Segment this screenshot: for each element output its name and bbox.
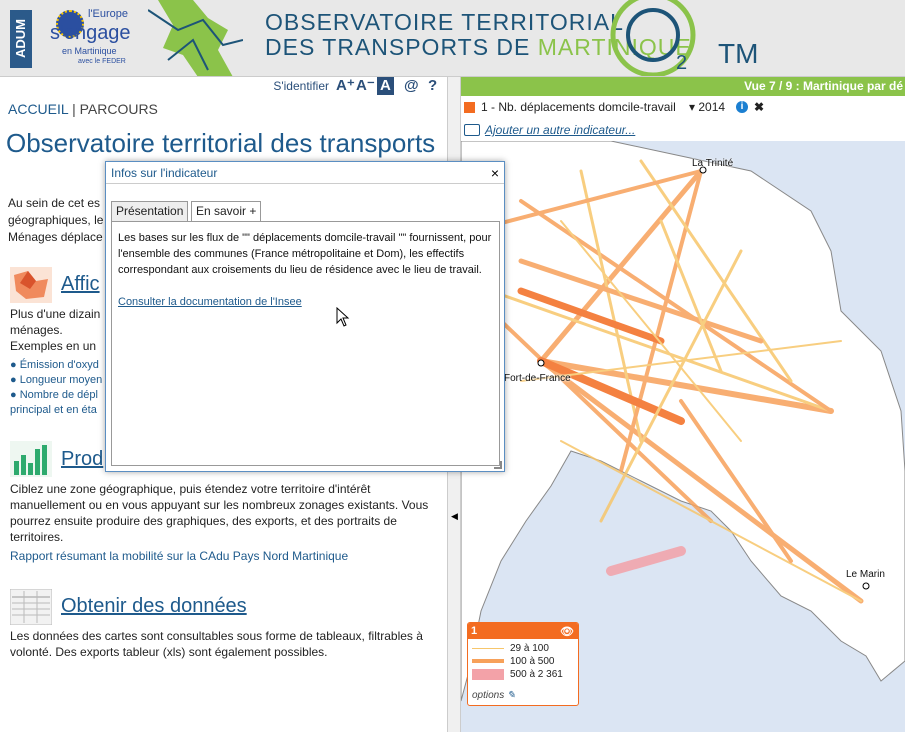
bar-chart-icon <box>10 441 52 477</box>
europe-feder-logo: l'Europe s'engage en Martinique avec le … <box>48 8 133 68</box>
city-marker[interactable] <box>862 582 870 590</box>
example-link[interactable]: principal et en éta <box>10 403 102 418</box>
contact-button[interactable]: @ <box>404 77 419 95</box>
section-produce-text: Ciblez une zone géographique, puis étend… <box>10 482 429 544</box>
dialog-body: Les bases sur les flux de "" déplacement… <box>111 221 500 466</box>
tab-presentation[interactable]: Présentation <box>111 201 189 222</box>
site-header: ADUM l'Europe s'engage en Martinique ave… <box>0 0 905 77</box>
adum-logo[interactable]: ADUM <box>10 10 32 68</box>
section-maps-text: Plus d'une dizain ménages. <box>10 307 101 337</box>
city-label-marin: Le Marin <box>846 569 885 580</box>
legend-line-small <box>472 648 504 649</box>
europe-line3: en Martinique <box>62 46 117 56</box>
insee-doc-link[interactable]: Consulter la documentation de l'Insee <box>118 294 493 310</box>
map-thumbnail-icon <box>10 267 52 303</box>
contrast-button[interactable]: A <box>377 77 394 95</box>
section-data-link[interactable]: Obtenir des données <box>61 595 247 618</box>
indicator-color-swatch <box>464 102 475 113</box>
font-smaller-button[interactable]: A⁻ <box>356 77 375 95</box>
legend: 1 👁 29 à 100 100 à 500 500 à 2 361 optio… <box>467 622 579 706</box>
dialog-description: Les bases sur les flux de "" déplacement… <box>118 232 492 276</box>
nav-home[interactable]: ACCUEIL <box>8 101 68 117</box>
indicator-label[interactable]: 1 - Nb. déplacements domcile-travail <box>481 96 676 119</box>
legend-label: 100 à 500 <box>510 656 555 667</box>
dialog-title-text: Infos sur l'indicateur <box>111 166 218 180</box>
add-indicator-link[interactable]: Ajouter un autre indicateur... <box>485 119 635 141</box>
section-data-text: Les données des cartes sont consultables… <box>10 629 423 659</box>
site-title-line2a: DES TRANSPORTS DE <box>265 34 538 60</box>
o2tm-logo-icon <box>610 0 696 76</box>
example-link[interactable]: ● Longueur moyen <box>10 373 102 388</box>
eye-icon[interactable]: 👁 <box>560 624 574 640</box>
tab-learn-more[interactable]: En savoir + <box>191 201 262 222</box>
europe-line4: avec le FEDER <box>78 58 126 65</box>
examples-list: ● Émission d'oxyd ● Longueur moyen ● Nom… <box>10 358 102 418</box>
legend-options-label: options <box>472 690 505 701</box>
indicator-info-dialog: Infos sur l'indicateur × Présentation En… <box>105 161 505 472</box>
page-title: Observatoire territorial des transports <box>6 128 436 158</box>
view-bar[interactable]: Vue 7 / 9 : Martinique par dé <box>461 77 905 96</box>
resize-handle-icon[interactable] <box>494 461 502 469</box>
wrench-icon[interactable]: ✎ <box>507 690 515 701</box>
logo-tm: TM <box>718 38 759 69</box>
year-select[interactable]: ▾ 2014 <box>689 96 725 119</box>
toolbar: S'identifier A⁺ A⁻ A @ ? <box>0 77 447 97</box>
nav-separator: | <box>72 101 76 117</box>
collapse-arrow-icon[interactable]: ◀ <box>451 511 458 522</box>
section-maps-examples: Exemples en un <box>10 339 97 353</box>
section-maps-link[interactable]: Affic <box>61 273 100 296</box>
close-icon[interactable]: × <box>491 162 499 184</box>
indicator-row: 1 - Nb. déplacements domcile-travail ▾ 2… <box>461 96 905 119</box>
legend-line-large <box>472 669 504 680</box>
legend-row: 100 à 500 <box>468 655 578 668</box>
logo-two: 2 <box>676 52 688 74</box>
dialog-title[interactable]: Infos sur l'indicateur × <box>106 162 504 184</box>
legend-row: 29 à 100 <box>468 642 578 655</box>
city-marker[interactable] <box>537 359 545 367</box>
mouse-pointer-icon <box>336 307 350 327</box>
login-link[interactable]: S'identifier <box>273 79 329 93</box>
europe-line2: s'engage <box>50 22 131 44</box>
example-link[interactable]: ● Émission d'oxyd <box>10 358 102 373</box>
city-label-fort-de-france: Fort-de-France <box>504 373 571 384</box>
map-panel: Vue 7 / 9 : Martinique par dé 1 - Nb. dé… <box>461 77 905 732</box>
map-graphic-icon <box>148 0 243 76</box>
legend-label: 500 à 2 361 <box>510 669 563 680</box>
add-indicator-row: Ajouter un autre indicateur... <box>461 119 905 141</box>
example-link[interactable]: ● Nombre de dépl <box>10 388 102 403</box>
europe-line1: l'Europe <box>88 8 129 20</box>
folder-icon <box>464 124 480 136</box>
legend-line-medium <box>472 659 504 663</box>
intro-text: Au sein de cet es géographiques, le Ména… <box>8 196 104 244</box>
section-produce-link[interactable]: Prod <box>61 448 103 471</box>
legend-row: 500 à 2 361 <box>468 668 578 681</box>
legend-header: 1 👁 <box>468 623 578 639</box>
data-table-icon <box>10 589 52 625</box>
report-link[interactable]: Rapport résumant la mobilité sur la CAdu… <box>10 548 348 564</box>
help-button[interactable]: ? <box>428 77 437 95</box>
legend-options-link[interactable]: options ✎ <box>472 690 515 701</box>
font-bigger-button[interactable]: A⁺ <box>336 77 355 95</box>
legend-number: 1 <box>471 625 478 637</box>
nav-routes[interactable]: PARCOURS <box>80 101 158 117</box>
legend-label: 29 à 100 <box>510 643 549 654</box>
city-label-trinite: La Trinité <box>692 158 734 169</box>
breadcrumb: ACCUEIL | PARCOURS <box>8 101 158 117</box>
info-icon[interactable]: i <box>736 101 748 113</box>
remove-indicator-icon[interactable]: ✖ <box>754 96 764 119</box>
